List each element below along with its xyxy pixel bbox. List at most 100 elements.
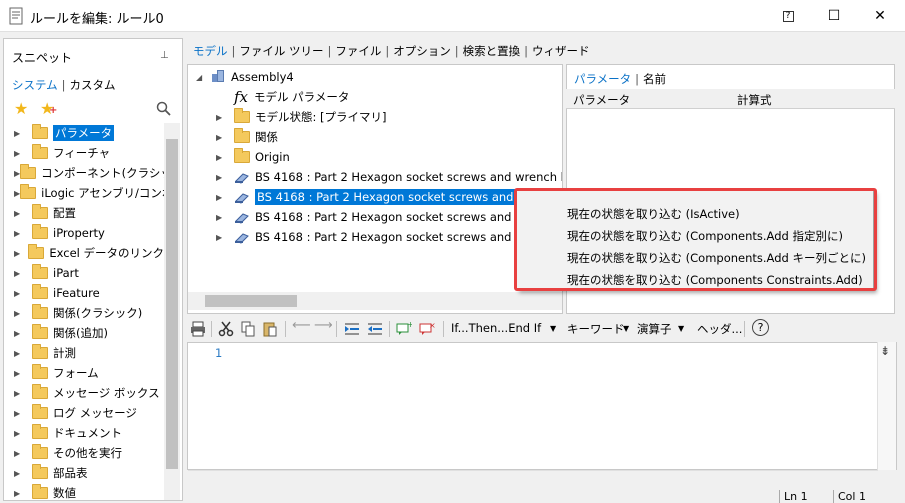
tree-root[interactable]: ◢ Assembly4 (196, 67, 294, 87)
help-button[interactable]: ? (765, 0, 811, 32)
snippet-item[interactable]: ▶ iFeature (4, 283, 164, 303)
main-tab[interactable]: ファイル ツリー (239, 44, 323, 58)
chevron-down-icon[interactable]: ▼ (678, 324, 684, 333)
operator-dropdown[interactable]: 演算子 (637, 321, 672, 337)
search-icon[interactable] (156, 101, 171, 116)
expand-arrow-icon[interactable]: ▶ (14, 249, 28, 258)
tree-node[interactable]: ▶ Origin (216, 147, 290, 167)
column-parameter[interactable]: パラメータ (573, 92, 630, 108)
tree-node[interactable]: ▶ BS 4168 : Part 2 Hexagon socket screws … (216, 187, 562, 207)
expand-arrow-icon[interactable]: ▶ (14, 429, 32, 438)
snippet-item[interactable]: ▶ 数値 (4, 483, 164, 503)
snippet-item[interactable]: ▶コンポーネント(クラシック (4, 163, 164, 183)
snippet-scroll-thumb[interactable] (166, 139, 178, 469)
expand-arrow-icon[interactable]: ▶ (14, 389, 32, 398)
snippet-item[interactable]: ▶ ドキュメント (4, 423, 164, 443)
copy-icon[interactable] (240, 321, 256, 337)
tree-node[interactable]: ▶ モデル状態: [プライマリ] (216, 107, 387, 127)
expand-arrow-icon[interactable]: ▶ (216, 233, 234, 242)
favorites-star-icon[interactable]: ★ (14, 99, 28, 118)
tree-model-parameters[interactable]: fx モデル パラメータ (234, 87, 349, 107)
main-tab[interactable]: オプション (393, 44, 451, 58)
undo-icon[interactable]: ⟵ (292, 318, 311, 333)
expand-arrow-icon[interactable]: ▶ (14, 489, 32, 498)
context-menu-item[interactable]: 現在の状態を取り込む (Components.Add 指定別に) (567, 228, 843, 244)
uncomment-icon[interactable]: × (419, 321, 435, 337)
expand-arrow-icon[interactable]: ▶ (14, 209, 32, 218)
add-favorite-star-icon[interactable]: ★ + (40, 99, 57, 118)
context-menu-item[interactable]: 現在の状態を取り込む (IsActive) (567, 206, 740, 222)
snippet-item[interactable]: ▶ 計測 (4, 343, 164, 363)
expand-arrow-icon[interactable]: ▶ (14, 349, 32, 358)
tab-custom[interactable]: カスタム (70, 78, 116, 92)
snippet-item[interactable]: ▶ 関係(クラシック) (4, 303, 164, 323)
tree-node[interactable]: ▶ BS 4168 : Part 2 Hexagon socket screws … (216, 207, 562, 227)
maximize-button[interactable]: ☐ (811, 0, 857, 32)
expand-arrow-icon[interactable]: ▶ (14, 409, 32, 418)
collapse-arrow-icon[interactable]: ◢ (196, 73, 212, 82)
chevron-down-icon[interactable]: ▼ (623, 324, 629, 333)
snippet-item[interactable]: ▶ iLogic アセンブリ/コンポ (4, 183, 164, 203)
keyword-dropdown[interactable]: キーワード (567, 321, 625, 337)
main-tab[interactable]: ファイル (335, 44, 381, 58)
close-button[interactable]: ✕ (857, 0, 903, 32)
expand-arrow-icon[interactable]: ▶ (14, 149, 32, 158)
paste-icon[interactable] (262, 321, 278, 337)
main-tab[interactable]: モデル (193, 44, 228, 58)
tree-node[interactable]: ▶ BS 4168 : Part 2 Hexagon socket screws … (216, 167, 562, 187)
expand-arrow-icon[interactable]: ▶ (216, 173, 234, 182)
column-formula[interactable]: 計算式 (737, 92, 772, 108)
editor-vertical-scrollbar[interactable] (877, 342, 896, 470)
snippet-item[interactable]: ▶ iPart (4, 263, 164, 283)
snippet-item[interactable]: ▶ 配置 (4, 203, 164, 223)
tree-scroll-thumb[interactable] (205, 295, 297, 307)
context-menu-item[interactable]: 現在の状態を取り込む (Components.Add キー列ごとに) (567, 250, 866, 266)
if-then-button[interactable]: If...Then...End If (451, 321, 541, 335)
snippet-item[interactable]: ▶ フォーム (4, 363, 164, 383)
expand-arrow-icon[interactable]: ▶ (14, 229, 32, 238)
snippet-item[interactable]: ▶ その他を実行 (4, 443, 164, 463)
tree-node[interactable]: ▶ 関係 (216, 127, 278, 147)
expand-arrow-icon[interactable]: ▶ (216, 153, 234, 162)
chevron-down-icon[interactable]: ▼ (550, 324, 556, 333)
expand-arrow-icon[interactable]: ▶ (14, 269, 32, 278)
cut-icon[interactable] (218, 321, 234, 337)
context-menu-item[interactable]: 現在の状態を取り込む (Components Constraints.Add) (567, 272, 863, 288)
snippet-item[interactable]: ▶ Excel データのリンク (4, 243, 164, 263)
expand-arrow-icon[interactable]: ▶ (216, 113, 234, 122)
snippet-item[interactable]: ▶ ログ メッセージ (4, 403, 164, 423)
header-button[interactable]: ヘッダ... (697, 321, 742, 337)
split-view-icon[interactable]: ⇟ (880, 344, 890, 358)
redo-icon[interactable]: ⟶ (314, 318, 333, 333)
main-tab[interactable]: 検索と置換 (463, 44, 521, 58)
snippet-item[interactable]: ▶ フィーチャ (4, 143, 164, 163)
tab-system[interactable]: システム (12, 78, 58, 92)
expand-arrow-icon[interactable]: ▶ (14, 449, 32, 458)
code-editor[interactable] (187, 342, 897, 470)
tab-names[interactable]: 名前 (643, 72, 666, 86)
snippet-item[interactable]: ▶ iProperty (4, 223, 164, 243)
snippet-item[interactable]: ▶ パラメータ (4, 123, 164, 143)
expand-arrow-icon[interactable]: ▶ (14, 469, 32, 478)
print-icon[interactable] (190, 321, 206, 337)
expand-arrow-icon[interactable]: ▶ (14, 369, 32, 378)
outdent-icon[interactable] (367, 321, 383, 337)
expand-arrow-icon[interactable]: ▶ (14, 129, 32, 138)
comment-icon[interactable]: + (396, 321, 412, 337)
tree-node[interactable]: ▶ BS 4168 : Part 2 Hexagon socket screws … (216, 227, 562, 247)
pin-icon[interactable]: ⊥ (160, 50, 169, 61)
indent-icon[interactable] (344, 321, 360, 337)
expand-arrow-icon[interactable]: ▶ (216, 133, 234, 142)
editor-horizontal-scrollbar[interactable] (188, 470, 878, 486)
expand-arrow-icon[interactable]: ▶ (216, 193, 234, 202)
expand-arrow-icon[interactable]: ▶ (14, 309, 32, 318)
main-tab[interactable]: ウィザード (532, 44, 590, 58)
expand-arrow-icon[interactable]: ▶ (216, 213, 234, 222)
snippet-item[interactable]: ▶ 部品表 (4, 463, 164, 483)
snippet-item[interactable]: ▶ メッセージ ボックス (4, 383, 164, 403)
help-icon[interactable]: ? (752, 319, 769, 336)
snippet-item[interactable]: ▶ 関係(追加) (4, 323, 164, 343)
expand-arrow-icon[interactable]: ▶ (14, 329, 32, 338)
expand-arrow-icon[interactable]: ▶ (14, 289, 32, 298)
tab-parameters[interactable]: パラメータ (574, 72, 631, 86)
